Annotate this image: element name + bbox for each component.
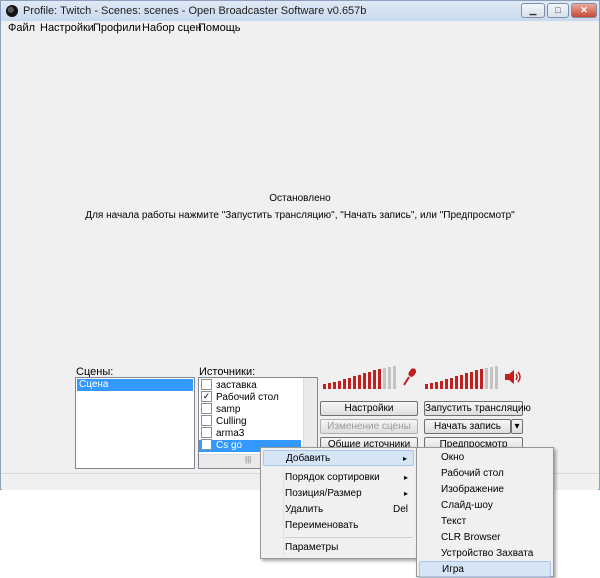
source-checkbox[interactable]: ✓ bbox=[201, 391, 212, 402]
source-name: arma3 bbox=[216, 428, 245, 440]
meter-bar bbox=[353, 376, 356, 389]
meter-bar bbox=[470, 372, 473, 389]
meter-bar bbox=[480, 369, 483, 389]
meter-bar bbox=[373, 370, 376, 389]
meter-bar bbox=[445, 379, 448, 389]
maximize-button[interactable]: □ bbox=[547, 3, 569, 18]
start-stream-button[interactable]: Запустить трансляцию bbox=[424, 401, 531, 416]
preview-hint: Для начала работы нажмите "Запустить тра… bbox=[85, 210, 515, 221]
menu-help[interactable]: Помощь bbox=[198, 22, 241, 34]
submenu-arrow-icon: ▸ bbox=[403, 489, 408, 498]
source-name: samp bbox=[216, 404, 241, 416]
start-record-button[interactable]: Начать запись bbox=[424, 419, 511, 434]
add-image[interactable]: Изображение bbox=[419, 482, 551, 498]
delete-shortcut: Del bbox=[393, 504, 409, 515]
source-name: Culling bbox=[216, 416, 247, 428]
meter-bar bbox=[358, 375, 361, 389]
context-delete-label: Удалить bbox=[285, 504, 324, 515]
add-window[interactable]: Окно bbox=[419, 450, 551, 466]
submenu-arrow-icon: ▸ bbox=[402, 454, 407, 463]
submenu-arrow-icon: ▸ bbox=[403, 473, 408, 482]
source-checkbox[interactable] bbox=[201, 379, 212, 390]
main-window: Profile: Twitch - Scenes: scenes - Open … bbox=[0, 0, 600, 490]
title-bar[interactable]: Profile: Twitch - Scenes: scenes - Open … bbox=[1, 1, 599, 21]
meter-bar bbox=[465, 373, 468, 389]
meter-bar bbox=[388, 367, 391, 389]
context-sort-order-label: Порядок сортировки bbox=[285, 472, 380, 483]
context-sort-order[interactable]: Порядок сортировки ▸ bbox=[263, 470, 414, 486]
meter-bar bbox=[435, 382, 438, 389]
source-item[interactable]: ✓ Рабочий стол bbox=[201, 391, 279, 404]
meter-bar bbox=[343, 379, 346, 389]
meter-bar bbox=[495, 366, 498, 389]
meter-bar bbox=[485, 368, 488, 389]
menu-settings[interactable]: Настройки bbox=[40, 22, 94, 34]
preview-area: Остановлено Для начала работы нажмите "З… bbox=[2, 35, 598, 355]
record-options-dropdown[interactable]: ▾ bbox=[511, 419, 523, 434]
source-name: заставка bbox=[216, 380, 257, 392]
minimize-button[interactable]: ▁ bbox=[521, 3, 545, 18]
context-parameters-label: Параметры bbox=[285, 542, 339, 553]
meter-bar bbox=[333, 382, 336, 389]
edit-scene-button[interactable]: Изменение сцены bbox=[320, 419, 418, 434]
source-checkbox[interactable] bbox=[201, 415, 212, 426]
add-capture-device[interactable]: Устройство Захвата bbox=[419, 546, 551, 562]
menu-profiles[interactable]: Профили bbox=[93, 22, 141, 34]
close-button[interactable]: ✕ bbox=[571, 3, 597, 18]
meter-bar bbox=[323, 384, 326, 389]
source-name: Рабочий стол bbox=[216, 392, 279, 404]
source-checkbox[interactable]: ✓ bbox=[201, 439, 212, 450]
context-add-label: Добавить bbox=[286, 453, 331, 464]
meter-bar bbox=[328, 383, 331, 389]
obs-app-icon bbox=[6, 5, 18, 17]
menu-bar: Файл Настройки Профили Набор сцен Помощь bbox=[1, 21, 599, 35]
add-text[interactable]: Текст bbox=[419, 514, 551, 530]
meter-bar bbox=[490, 367, 493, 389]
context-delete[interactable]: Удалить Del bbox=[263, 502, 414, 518]
speaker-icon[interactable] bbox=[503, 367, 523, 387]
context-position-size-label: Позиция/Размер bbox=[285, 488, 362, 499]
meter-bar bbox=[393, 366, 396, 389]
add-source-submenu: Окно Рабочий стол Изображение Слайд-шоу … bbox=[416, 447, 554, 577]
meter-bar bbox=[363, 373, 366, 389]
meter-bar bbox=[378, 369, 381, 389]
meter-bar bbox=[368, 372, 371, 389]
meter-bar bbox=[460, 375, 463, 389]
context-add[interactable]: Добавить ▸ bbox=[263, 450, 414, 466]
add-desktop[interactable]: Рабочий стол bbox=[419, 466, 551, 482]
microphone-icon[interactable] bbox=[401, 367, 417, 387]
sources-context-menu: Добавить ▸ Порядок сортировки ▸ Позиция/… bbox=[260, 447, 417, 559]
scene-item[interactable]: Сцена bbox=[77, 379, 193, 391]
meter-bar bbox=[455, 376, 458, 389]
meter-bar bbox=[383, 368, 386, 389]
meter-bar bbox=[338, 381, 341, 389]
menu-scene-collection[interactable]: Набор сцен bbox=[142, 22, 202, 34]
source-checkbox[interactable] bbox=[201, 427, 212, 438]
context-rename-label: Переименовать bbox=[285, 520, 359, 531]
meter-bar bbox=[425, 384, 428, 389]
add-slideshow[interactable]: Слайд-шоу bbox=[419, 498, 551, 514]
source-checkbox[interactable] bbox=[201, 403, 212, 414]
source-name: Cs go bbox=[216, 440, 243, 452]
menu-file[interactable]: Файл bbox=[8, 22, 35, 34]
meter-bar bbox=[440, 381, 443, 389]
meter-bar bbox=[450, 378, 453, 389]
meter-bar bbox=[348, 378, 351, 389]
preview-status: Остановлено bbox=[269, 193, 331, 204]
meter-bar bbox=[475, 370, 478, 389]
add-game[interactable]: Игра bbox=[419, 561, 551, 577]
context-position-size[interactable]: Позиция/Размер ▸ bbox=[263, 486, 414, 502]
meter-bar bbox=[430, 383, 433, 389]
add-clr-browser[interactable]: CLR Browser bbox=[419, 530, 551, 546]
settings-button[interactable]: Настройки bbox=[320, 401, 418, 416]
context-parameters[interactable]: Параметры bbox=[263, 540, 414, 556]
menu-separator bbox=[285, 537, 413, 538]
context-rename[interactable]: Переименовать bbox=[263, 518, 414, 534]
scroll-grip[interactable]: ||| bbox=[245, 455, 251, 464]
scenes-list[interactable]: Сцена bbox=[75, 377, 195, 469]
window-title: Profile: Twitch - Scenes: scenes - Open … bbox=[23, 5, 367, 17]
